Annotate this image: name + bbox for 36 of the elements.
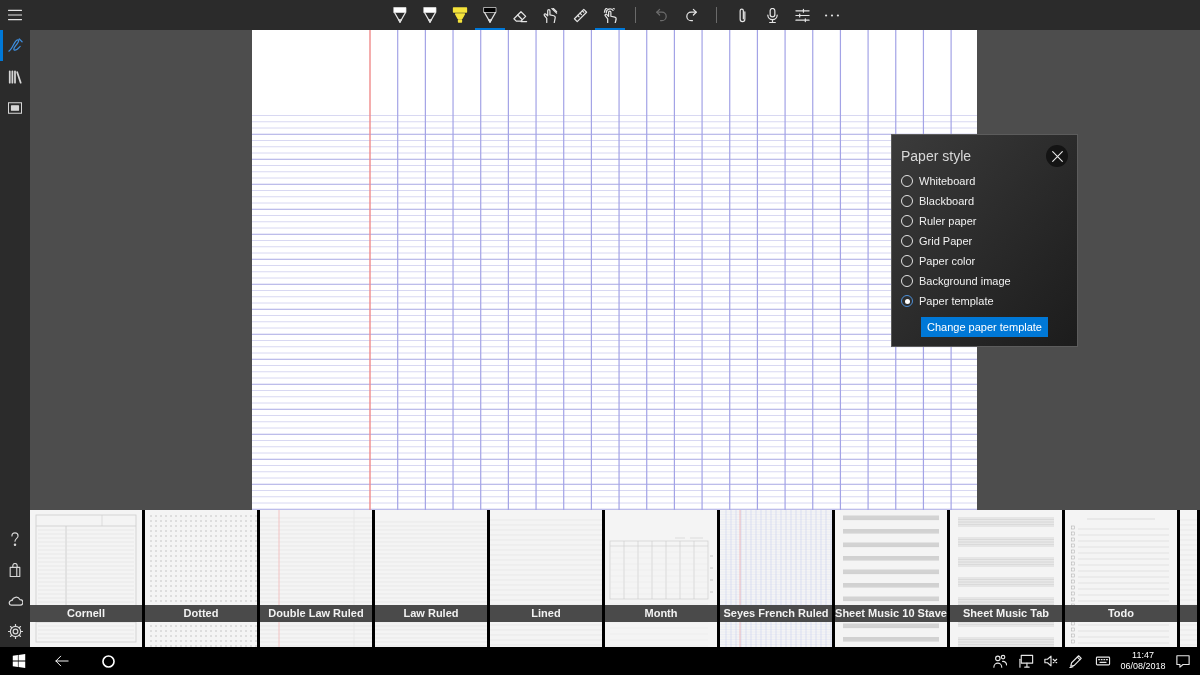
close-button[interactable]	[1046, 145, 1068, 167]
more-icon	[825, 13, 839, 17]
panel-title: Paper style	[901, 146, 972, 166]
keyboard-icon	[1094, 654, 1112, 668]
tile-label-bar	[1180, 605, 1197, 622]
slideshow-icon	[8, 100, 22, 115]
option-label[interactable]: Ruler paper	[919, 212, 977, 230]
menu-icon	[8, 9, 22, 21]
question-mark-icon	[8, 531, 22, 546]
speech-bubble-icon	[1176, 654, 1190, 668]
books-icon	[8, 69, 22, 84]
option-label[interactable]: Paper color	[919, 252, 976, 270]
ruler-icon	[572, 7, 588, 23]
option-label[interactable]: Paper template	[919, 292, 994, 310]
hand-with-pen-icon	[542, 7, 558, 23]
people-icon	[993, 654, 1007, 668]
settings-icon	[7, 624, 23, 639]
template-tile[interactable]: Seyes French Ruled	[720, 510, 832, 647]
circle-icon	[101, 654, 115, 668]
monitor-icon	[1018, 654, 1034, 668]
option-label[interactable]: Background image	[919, 272, 1011, 290]
pen-icon	[1069, 654, 1083, 668]
microphone-icon	[764, 7, 780, 23]
change-template-button[interactable]: Change paper template	[921, 317, 1048, 337]
touch-hand-icon	[602, 7, 618, 23]
shopping-bag-icon	[8, 562, 22, 577]
clock-button[interactable]: 11:47 06/08/2018	[1117, 647, 1169, 675]
option-label[interactable]: Grid Paper	[919, 232, 973, 250]
back-arrow-icon	[55, 654, 69, 668]
option-label[interactable]: Blackboard	[919, 192, 975, 210]
template-tile[interactable]: Double Law Ruled	[260, 510, 372, 647]
close-icon	[1051, 150, 1063, 162]
start-icon	[11, 654, 26, 668]
sliders-icon	[794, 7, 810, 23]
option-label[interactable]: Whiteboard	[919, 172, 976, 190]
ink-scribble-icon	[7, 38, 23, 53]
